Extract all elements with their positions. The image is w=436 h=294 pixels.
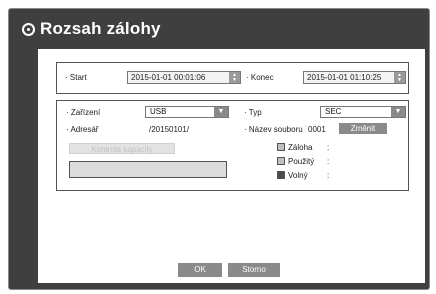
backup-range-dialog: Rozsah zálohy · Start 2015-01-01 00:01:0… [8, 8, 430, 290]
start-time-value: 2015-01-01 00:01:06 [131, 73, 206, 82]
dialog-titlebar: Rozsah zálohy [9, 9, 429, 49]
filename-value: 0001 [308, 125, 326, 134]
legend-backup-value: : [327, 143, 330, 152]
start-spin-arrows[interactable]: ▲ ▼ [229, 72, 240, 83]
legend-used-swatch [277, 157, 285, 165]
type-label: · Typ [244, 108, 262, 117]
device-select[interactable]: USB ▼ [145, 106, 229, 118]
end-spin-arrows[interactable]: ▲ ▼ [394, 72, 405, 83]
type-select[interactable]: SEC ▼ [320, 106, 406, 118]
device-group: · Zařízení USB ▼ · Typ SEC ▼ · Adresář /… [56, 100, 409, 191]
check-capacity-button[interactable]: Kontrola kapacity [69, 143, 175, 154]
legend-used-value: : [327, 157, 330, 166]
end-time-value: 2015-01-01 01:10:25 [307, 73, 382, 82]
capacity-bar [69, 161, 227, 178]
chevron-down-icon[interactable]: ▼ [391, 107, 405, 117]
dialog-title: Rozsah zálohy [40, 19, 161, 38]
legend-used-label: Použitý [288, 157, 315, 166]
folder-label: · Adresář [66, 125, 99, 134]
folder-value: /20150101/ [149, 125, 190, 134]
type-select-value: SEC [325, 107, 342, 116]
spin-down-icon[interactable]: ▼ [232, 77, 237, 83]
start-label: · Start [65, 73, 87, 82]
time-range-group: · Start 2015-01-01 00:01:06 ▲ ▼ · Konec … [56, 62, 409, 94]
dialog-content: · Start 2015-01-01 00:01:06 ▲ ▼ · Konec … [38, 49, 425, 283]
legend-free-label: Volný [288, 171, 308, 180]
end-time-field[interactable]: 2015-01-01 01:10:25 ▲ ▼ [303, 71, 406, 84]
device-label: · Zařízení [66, 108, 101, 117]
legend-free-value: : [327, 171, 330, 180]
legend-backup-label: Záloha [288, 143, 313, 152]
ok-button[interactable]: OK [178, 263, 222, 277]
end-label: · Konec [246, 73, 274, 82]
cancel-button[interactable]: Storno [228, 263, 280, 277]
change-filename-button[interactable]: Změnit [339, 123, 387, 134]
spin-down-icon[interactable]: ▼ [397, 77, 402, 83]
legend-backup-swatch [277, 143, 285, 151]
chevron-down-icon[interactable]: ▼ [214, 107, 228, 117]
backup-icon [22, 22, 35, 36]
device-select-value: USB [150, 107, 167, 116]
filename-label: · Název souboru [244, 125, 303, 134]
start-time-field[interactable]: 2015-01-01 00:01:06 ▲ ▼ [127, 71, 241, 84]
legend-free-swatch [277, 171, 285, 179]
